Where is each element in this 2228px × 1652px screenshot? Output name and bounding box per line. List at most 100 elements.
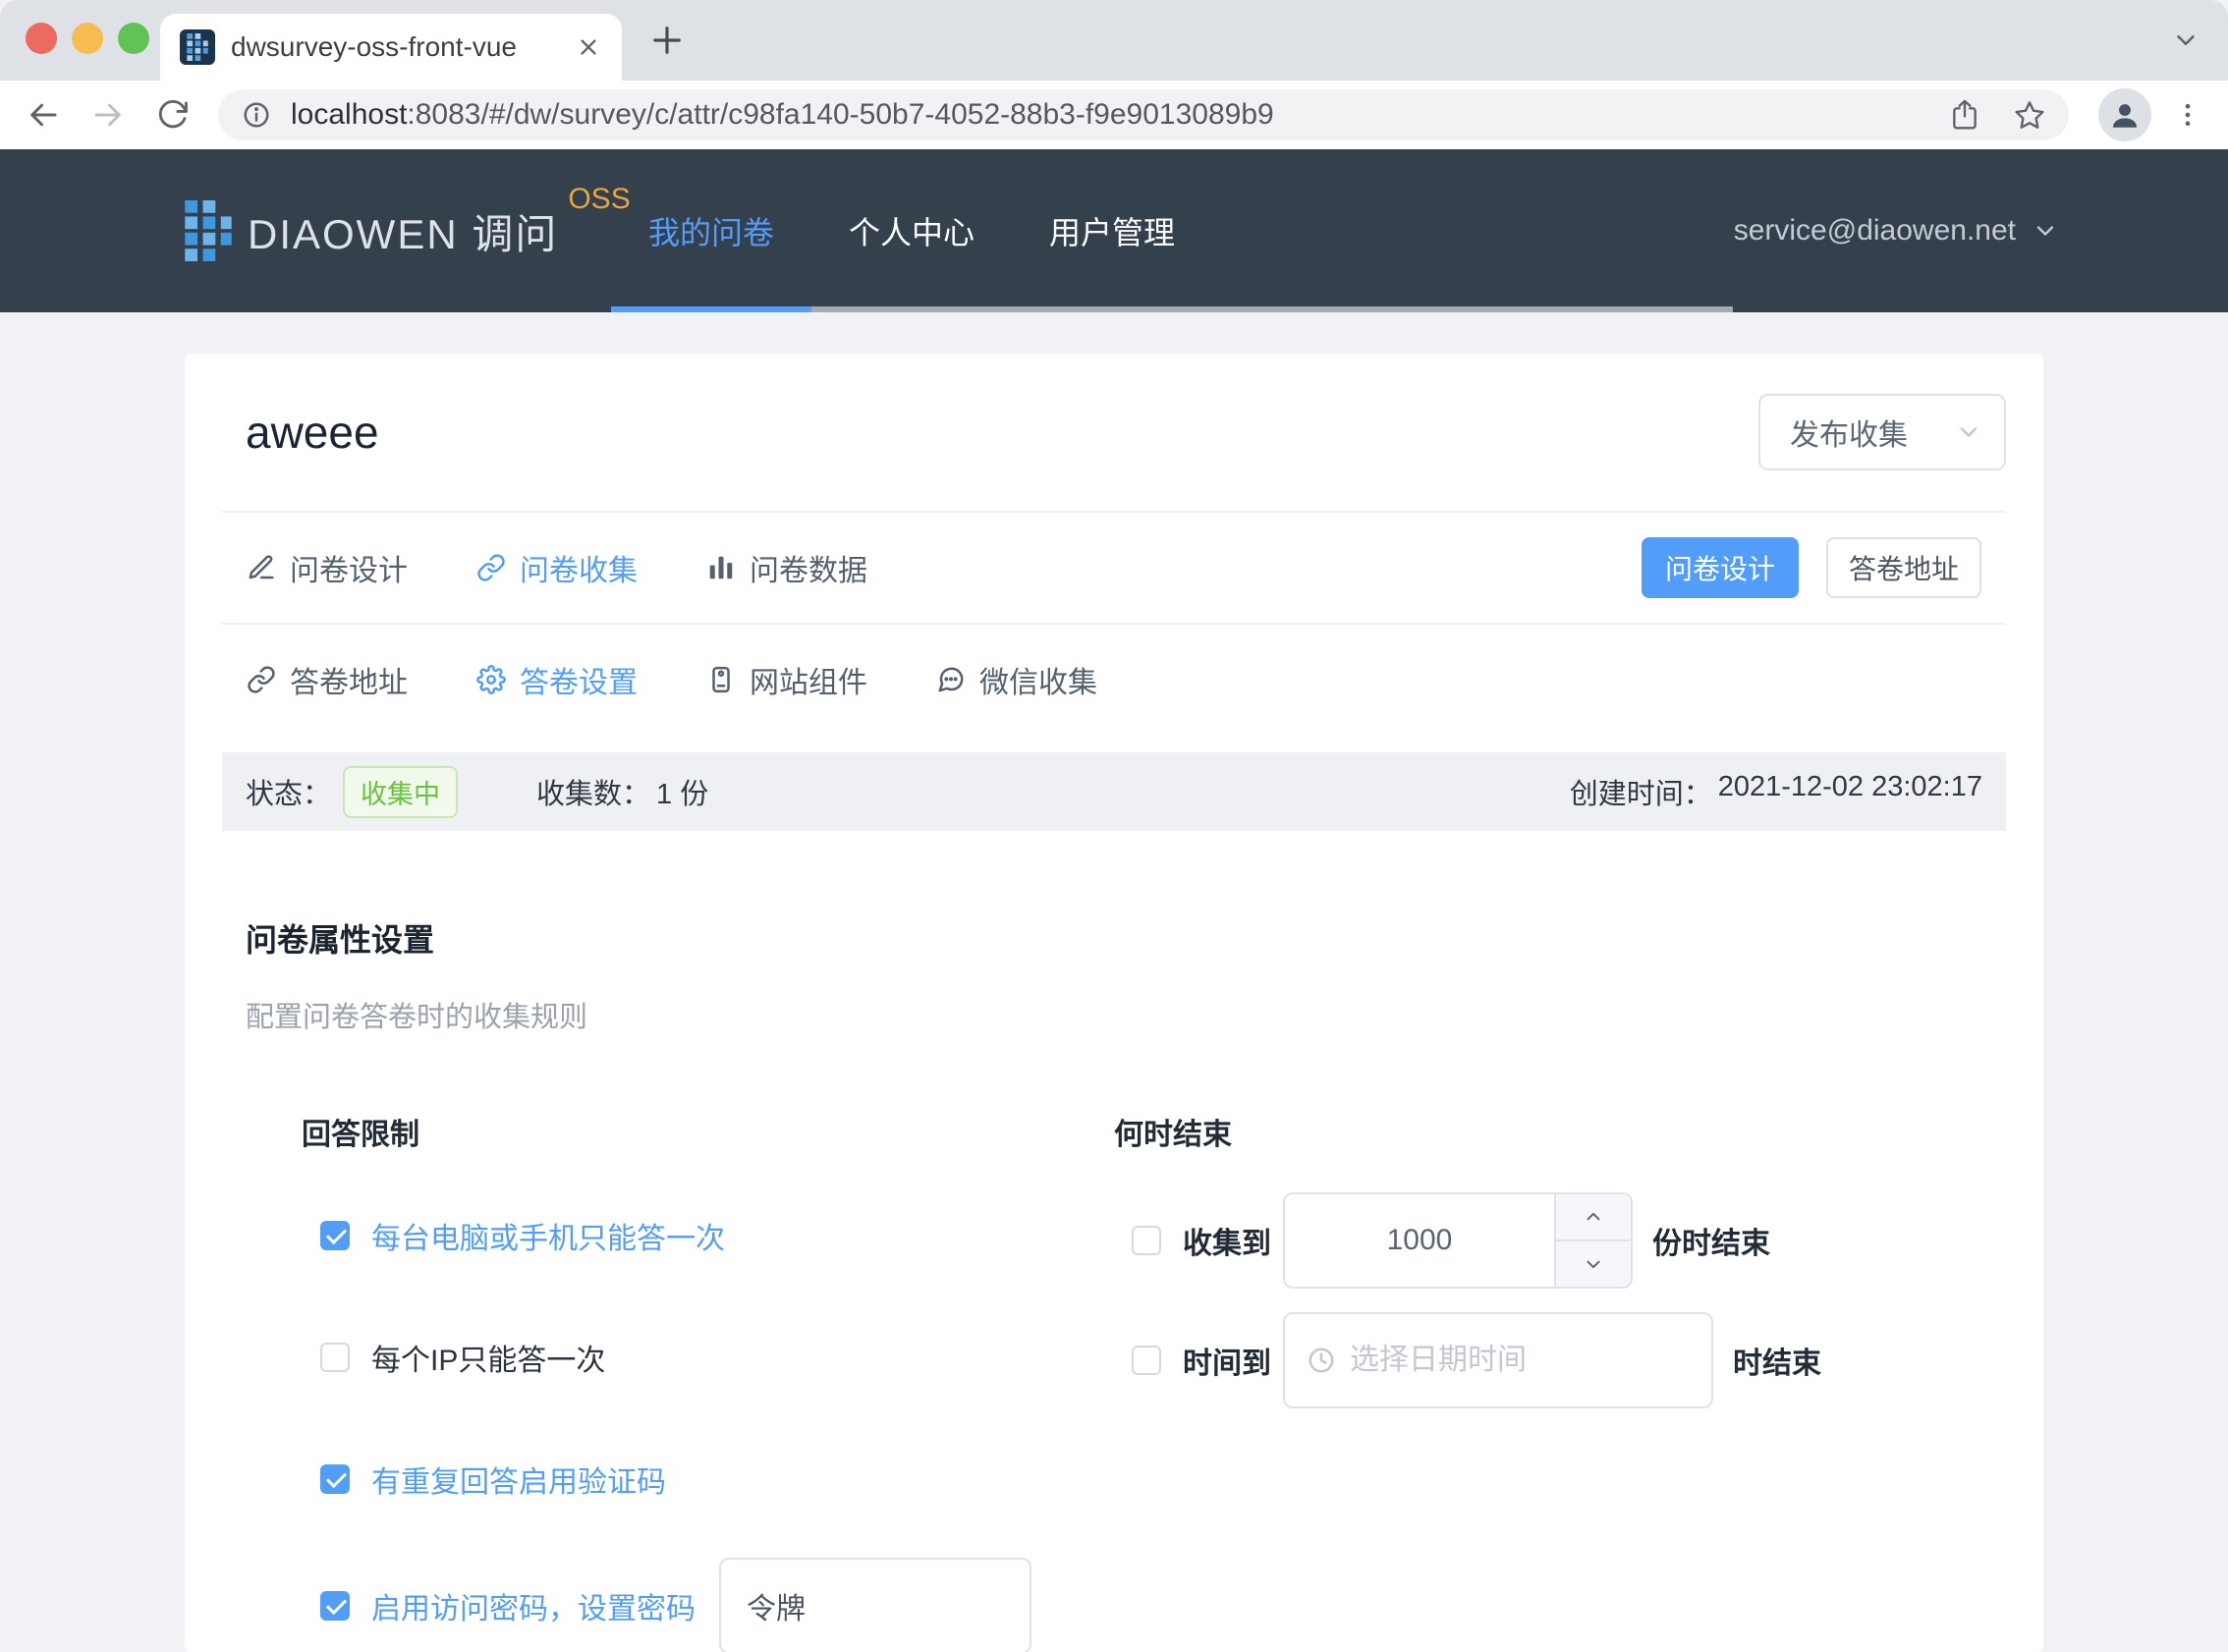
- answer-url-button[interactable]: 答卷地址: [1826, 537, 1981, 598]
- count-value-input[interactable]: [1285, 1194, 1554, 1287]
- survey-card: aweee 发布收集 问卷设计 问卷收集: [185, 354, 2043, 1652]
- chevron-up-icon: [1583, 1206, 1604, 1228]
- publish-collect-select[interactable]: 发布收集: [1758, 394, 2006, 470]
- diaowen-logo-icon: [185, 200, 232, 261]
- primary-tab-row: 问卷设计 问卷收集 问卷数据 问卷设计 答卷地址: [222, 513, 2006, 623]
- traffic-lights: [26, 23, 149, 54]
- status-badge: 收集中: [343, 766, 458, 818]
- share-icon[interactable]: [1949, 99, 1980, 131]
- option-once-per-device: 每台电脑或手机只能答一次: [302, 1216, 1114, 1255]
- new-tab-button[interactable]: [646, 20, 688, 66]
- checkbox-end-by-count[interactable]: [1132, 1226, 1161, 1255]
- secondary-tab-row: 答卷地址 答卷设置 网站组件 微信收集: [222, 625, 2006, 735]
- reload-icon[interactable]: [151, 98, 195, 132]
- site-info-icon[interactable]: [242, 100, 271, 130]
- edit-icon: [247, 553, 276, 582]
- tab-answer-settings[interactable]: 答卷设置: [476, 658, 638, 701]
- url-text: localhost:8083/#/dw/survey/c/attr/c98fa1…: [291, 98, 1274, 132]
- menu-item-user-management[interactable]: 用户管理: [1012, 149, 1212, 312]
- checkbox-access-password[interactable]: [320, 1591, 350, 1621]
- url-path: :8083/#/dw/survey/c/attr/c98fa140-50b7-4…: [407, 98, 1273, 131]
- end-by-count-suffix: 份时结束: [1652, 1219, 1770, 1262]
- option-label[interactable]: 有重复回答启用验证码: [371, 1458, 666, 1501]
- brand-name: DIAOWEN 调问: [248, 201, 558, 261]
- option-label[interactable]: 启用访问密码，设置密码: [371, 1584, 696, 1627]
- account-dropdown[interactable]: service@diaowen.net: [1734, 149, 2059, 312]
- main-menu: 我的问卷 个人中心 用户管理: [611, 149, 1212, 312]
- datetime-picker[interactable]: [1283, 1312, 1713, 1408]
- checkbox-captcha-on-repeat[interactable]: [320, 1464, 350, 1494]
- tab-label: 问卷收集: [520, 546, 638, 589]
- gear-icon: [476, 665, 506, 694]
- chevron-down-icon: [2032, 217, 2059, 245]
- settings-form: 回答限制 每台电脑或手机只能答一次 每个IP只能答一次 有重复回答启用验证码: [222, 1110, 2006, 1652]
- end-by-count-label: 收集到: [1183, 1219, 1271, 1262]
- minimize-window-button[interactable]: [72, 23, 103, 54]
- count-number-input: [1283, 1192, 1633, 1289]
- number-steppers: [1554, 1194, 1631, 1287]
- answer-limit-heading: 回答限制: [302, 1110, 1114, 1153]
- tab-close-icon[interactable]: [575, 33, 602, 61]
- tab-search-chevron-icon[interactable]: [2171, 26, 2200, 60]
- end-by-time-row: 时间到 时结束: [1114, 1312, 2006, 1408]
- page-body: aweee 发布收集 问卷设计 问卷收集: [0, 312, 2228, 1652]
- checkbox-end-by-time[interactable]: [1132, 1346, 1161, 1375]
- checkbox-once-per-ip[interactable]: [320, 1343, 350, 1372]
- status-label: 状态：: [246, 771, 331, 812]
- tab-survey-collect[interactable]: 问卷收集: [476, 546, 638, 589]
- forward-icon[interactable]: [86, 97, 130, 133]
- end-conditions-column: 何时结束 收集到: [1114, 1110, 2006, 1652]
- menu-item-personal-center[interactable]: 个人中心: [811, 149, 1012, 312]
- address-bar[interactable]: localhost:8083/#/dw/survey/c/attr/c98fa1…: [218, 89, 2069, 140]
- chevron-down-icon: [1955, 418, 1982, 446]
- tab-survey-data[interactable]: 问卷数据: [706, 546, 867, 589]
- survey-design-button[interactable]: 问卷设计: [1642, 537, 1799, 598]
- menu-track: [811, 306, 1733, 312]
- created-label: 创建时间：: [1570, 771, 1712, 812]
- option-label[interactable]: 每台电脑或手机只能答一次: [371, 1214, 725, 1257]
- created-time: 创建时间： 2021-12-02 23:02:17: [1570, 771, 1982, 812]
- tab-title: dwsurvey-oss-front-vue: [231, 31, 559, 63]
- browser-tab-strip: dwsurvey-oss-front-vue: [0, 0, 2228, 81]
- tab-label: 答卷设置: [520, 658, 638, 701]
- stepper-up-button[interactable]: [1556, 1194, 1631, 1241]
- tab-label: 问卷设计: [290, 546, 408, 589]
- password-input[interactable]: [719, 1558, 1031, 1652]
- zoom-window-button[interactable]: [118, 23, 149, 54]
- checkbox-once-per-device[interactable]: [320, 1221, 350, 1250]
- tab-survey-design[interactable]: 问卷设计: [247, 546, 408, 589]
- account-email: service@diaowen.net: [1734, 214, 2016, 248]
- back-icon[interactable]: [22, 97, 65, 133]
- option-captcha-on-repeat: 有重复回答启用验证码: [302, 1459, 1114, 1499]
- status-bar: 状态： 收集中 收集数： 1 份 创建时间： 2021-12-02 23:02:…: [222, 752, 2006, 831]
- answer-limit-column: 回答限制 每台电脑或手机只能答一次 每个IP只能答一次 有重复回答启用验证码: [222, 1110, 1114, 1652]
- link-icon: [247, 665, 276, 694]
- tab-answer-url[interactable]: 答卷地址: [247, 658, 408, 701]
- option-access-password: 启用访问密码，设置密码: [302, 1558, 1114, 1652]
- count-label: 收集数：: [536, 771, 650, 812]
- tab-label: 问卷数据: [750, 546, 867, 589]
- settings-heading: 问卷属性设置: [246, 915, 1982, 961]
- site-favicon: [180, 29, 215, 65]
- browser-window: dwsurvey-oss-front-vue localhost:8083/#/…: [0, 0, 2228, 1652]
- card-header: aweee 发布收集: [222, 354, 2006, 511]
- tab-label: 网站组件: [750, 658, 867, 701]
- app-navbar: DIAOWEN 调问 OSS 我的问卷 个人中心 用户管理 service@di…: [0, 149, 2228, 312]
- tab-site-widget[interactable]: 网站组件: [706, 658, 867, 701]
- option-label[interactable]: 每个IP只能答一次: [371, 1336, 605, 1379]
- option-once-per-ip: 每个IP只能答一次: [302, 1338, 1114, 1377]
- browser-menu-icon[interactable]: [2173, 100, 2202, 130]
- tab-label: 微信收集: [979, 658, 1097, 701]
- link-icon: [476, 553, 506, 582]
- stepper-down-button[interactable]: [1556, 1241, 1631, 1287]
- close-window-button[interactable]: [26, 23, 57, 54]
- end-by-time-suffix: 时结束: [1733, 1339, 1821, 1382]
- tab-wechat-collect[interactable]: 微信收集: [936, 658, 1097, 701]
- menu-active-indicator: [611, 306, 811, 312]
- browser-profile-avatar[interactable]: [2098, 88, 2151, 141]
- browser-tab[interactable]: dwsurvey-oss-front-vue: [160, 14, 622, 81]
- datetime-input[interactable]: [1350, 1344, 1690, 1377]
- created-value: 2021-12-02 23:02:17: [1718, 771, 1982, 812]
- menu-item-my-surveys[interactable]: 我的问卷: [611, 149, 811, 312]
- bookmark-star-icon[interactable]: [2014, 99, 2045, 131]
